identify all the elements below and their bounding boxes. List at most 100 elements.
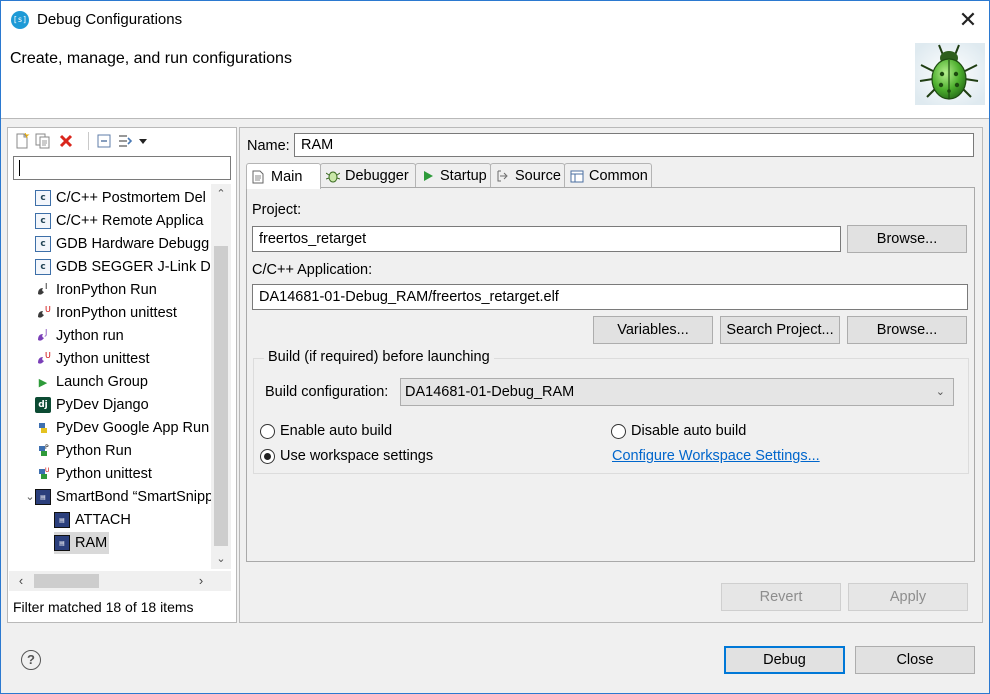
browse-application-button[interactable]: Browse... — [847, 316, 967, 344]
duplicate-icon[interactable] — [34, 132, 52, 150]
tree-item-gdb-segger[interactable]: c GDB SEGGER J-Link Del — [35, 256, 211, 278]
tree-item-label: GDB Hardware Debugg — [56, 236, 210, 252]
tree-item-python-run[interactable]: P Python Run — [35, 440, 132, 462]
radio-disable-auto-build[interactable]: Disable auto build — [611, 423, 746, 439]
collapse-all-icon[interactable] — [95, 132, 113, 150]
tree-item-label: SmartBond “SmartSnipp — [56, 489, 211, 505]
help-icon[interactable]: ? — [21, 650, 41, 670]
application-field[interactable]: DA14681-01-Debug_RAM/freertos_retarget.e… — [252, 284, 968, 310]
radio-enable-auto-build[interactable]: Enable auto build — [260, 423, 392, 439]
scroll-up-icon[interactable]: ⌃ — [211, 184, 231, 204]
application-label: C/C++ Application: — [252, 262, 373, 278]
tree-item-cpp-postmortem[interactable]: c C/C++ Postmortem Del — [35, 187, 206, 209]
filter-input[interactable] — [13, 156, 231, 180]
tree-item-cpp-remote[interactable]: c C/C++ Remote Applica — [35, 210, 204, 232]
tab-startup[interactable]: Startup — [415, 163, 491, 188]
tree-item-label: ATTACH — [75, 512, 131, 528]
tree-item-label: PyDev Google App Run — [56, 420, 210, 436]
tree-item-ironpython-unittest[interactable]: U IronPython unittest — [35, 302, 177, 324]
tree-vertical-scrollbar[interactable]: ⌃ ⌄ — [211, 184, 231, 569]
python-icon: P — [35, 443, 51, 459]
scroll-down-icon[interactable]: ⌄ — [211, 549, 231, 569]
filter-icon[interactable] — [116, 132, 134, 150]
app-icon: [s] — [11, 11, 29, 29]
tree-item-label: Launch Group — [56, 374, 148, 390]
tab-label: Source — [515, 168, 561, 184]
tab-common[interactable]: Common — [564, 163, 652, 188]
c-icon: c — [35, 259, 51, 275]
tree-item-smartbond[interactable]: ▤ SmartBond “SmartSnipp — [35, 486, 211, 508]
revert-button[interactable]: Revert — [721, 583, 841, 611]
window-title: Debug Configurations — [37, 11, 183, 28]
tree-item-label: Python unittest — [56, 466, 152, 482]
build-group: Build (if required) before launching Bui… — [253, 349, 969, 474]
chevron-down-icon: ⌄ — [935, 386, 945, 398]
configuration-editor: Name: RAM Main Debugger Startup Source C… — [239, 127, 983, 623]
project-field[interactable]: freertos_retarget — [252, 226, 841, 252]
radio-circle-selected — [260, 448, 275, 464]
c-icon: c — [35, 213, 51, 229]
new-configuration-icon[interactable] — [13, 132, 31, 150]
tree-item-ram[interactable]: ▤ RAM — [54, 532, 110, 554]
tab-debugger[interactable]: Debugger — [320, 163, 416, 188]
python-icon: U — [35, 351, 51, 367]
variables-button[interactable]: Variables... — [593, 316, 713, 344]
configuration-tabs: Main Debugger Startup Source Common — [246, 163, 975, 189]
tab-main[interactable]: Main — [246, 163, 321, 189]
main-tab-content: Project: freertos_retarget Browse... C/C… — [246, 187, 975, 562]
search-project-button[interactable]: Search Project... — [720, 316, 840, 344]
bug-icon — [915, 43, 985, 105]
c-icon: c — [35, 236, 51, 252]
tree-item-jython-unittest[interactable]: U Jython unittest — [35, 348, 150, 370]
configure-workspace-settings-link[interactable]: Configure Workspace Settings... — [612, 448, 820, 464]
scrollbar-thumb[interactable] — [214, 246, 228, 546]
svg-text:I: I — [45, 282, 47, 291]
radio-circle — [611, 423, 626, 439]
tab-source[interactable]: Source — [490, 163, 565, 188]
scroll-left-icon[interactable]: ‹ — [11, 571, 31, 591]
common-tab-icon — [569, 169, 584, 184]
radio-label: Enable auto build — [280, 423, 393, 439]
scroll-right-icon[interactable]: › — [191, 571, 211, 591]
svg-text:U: U — [45, 305, 51, 314]
tree-item-label: Python Run — [56, 443, 132, 459]
tree-item-label: C/C++ Postmortem Del — [56, 190, 206, 206]
scrollbar-thumb[interactable] — [34, 574, 99, 588]
debug-button[interactable]: Debug — [724, 646, 845, 674]
tree-item-label: IronPython unittest — [56, 305, 177, 321]
dropdown-icon[interactable] — [134, 132, 152, 150]
radio-circle — [260, 423, 275, 439]
apply-button[interactable]: Apply — [848, 583, 968, 611]
main-tab-icon — [251, 169, 266, 184]
dialog-header: Create, manage, and run configurations — [1, 39, 989, 119]
filter-status-text: Filter matched 18 of 18 items — [13, 599, 194, 615]
project-label: Project: — [252, 202, 302, 218]
tree-item-python-unittest[interactable]: U Python unittest — [35, 463, 152, 485]
tab-label: Debugger — [345, 168, 409, 184]
build-configuration-select[interactable]: DA14681-01-Debug_RAM ⌄ — [400, 378, 954, 406]
close-button[interactable]: Close — [855, 646, 975, 674]
build-configuration-value: DA14681-01-Debug_RAM — [405, 384, 575, 400]
tree-item-label: Jython unittest — [56, 351, 150, 367]
django-icon: dj — [35, 397, 51, 413]
delete-icon[interactable] — [57, 132, 75, 150]
tree-item-gdb-hardware[interactable]: c GDB Hardware Debugg — [35, 233, 209, 255]
toolbar-separator — [88, 132, 89, 150]
tree-item-pydev-django[interactable]: dj PyDev Django — [35, 394, 149, 416]
dialog-heading: Create, manage, and run configurations — [10, 50, 292, 67]
tree-item-attach[interactable]: ▤ ATTACH — [54, 509, 131, 531]
tree-item-jython-run[interactable]: J Jython run — [35, 325, 124, 347]
browse-project-button[interactable]: Browse... — [847, 225, 967, 253]
tree-item-pydev-google-app[interactable]: PyDev Google App Run — [35, 417, 209, 439]
launch-icon: ▶ — [38, 375, 48, 389]
python-icon: U — [35, 305, 51, 321]
python-icon: J — [35, 328, 51, 344]
tree-item-ironpython-run[interactable]: I IronPython Run — [35, 279, 157, 301]
radio-use-workspace-settings[interactable]: Use workspace settings — [260, 448, 433, 464]
tree-item-launch-group[interactable]: ▶ Launch Group — [35, 371, 148, 393]
smartbond-icon: ▤ — [54, 535, 70, 551]
tab-label: Main — [271, 168, 303, 185]
tree-horizontal-scrollbar[interactable]: ‹ › — [9, 571, 231, 591]
close-window-button[interactable]: ✕ — [949, 3, 987, 37]
name-field[interactable]: RAM — [294, 133, 974, 157]
